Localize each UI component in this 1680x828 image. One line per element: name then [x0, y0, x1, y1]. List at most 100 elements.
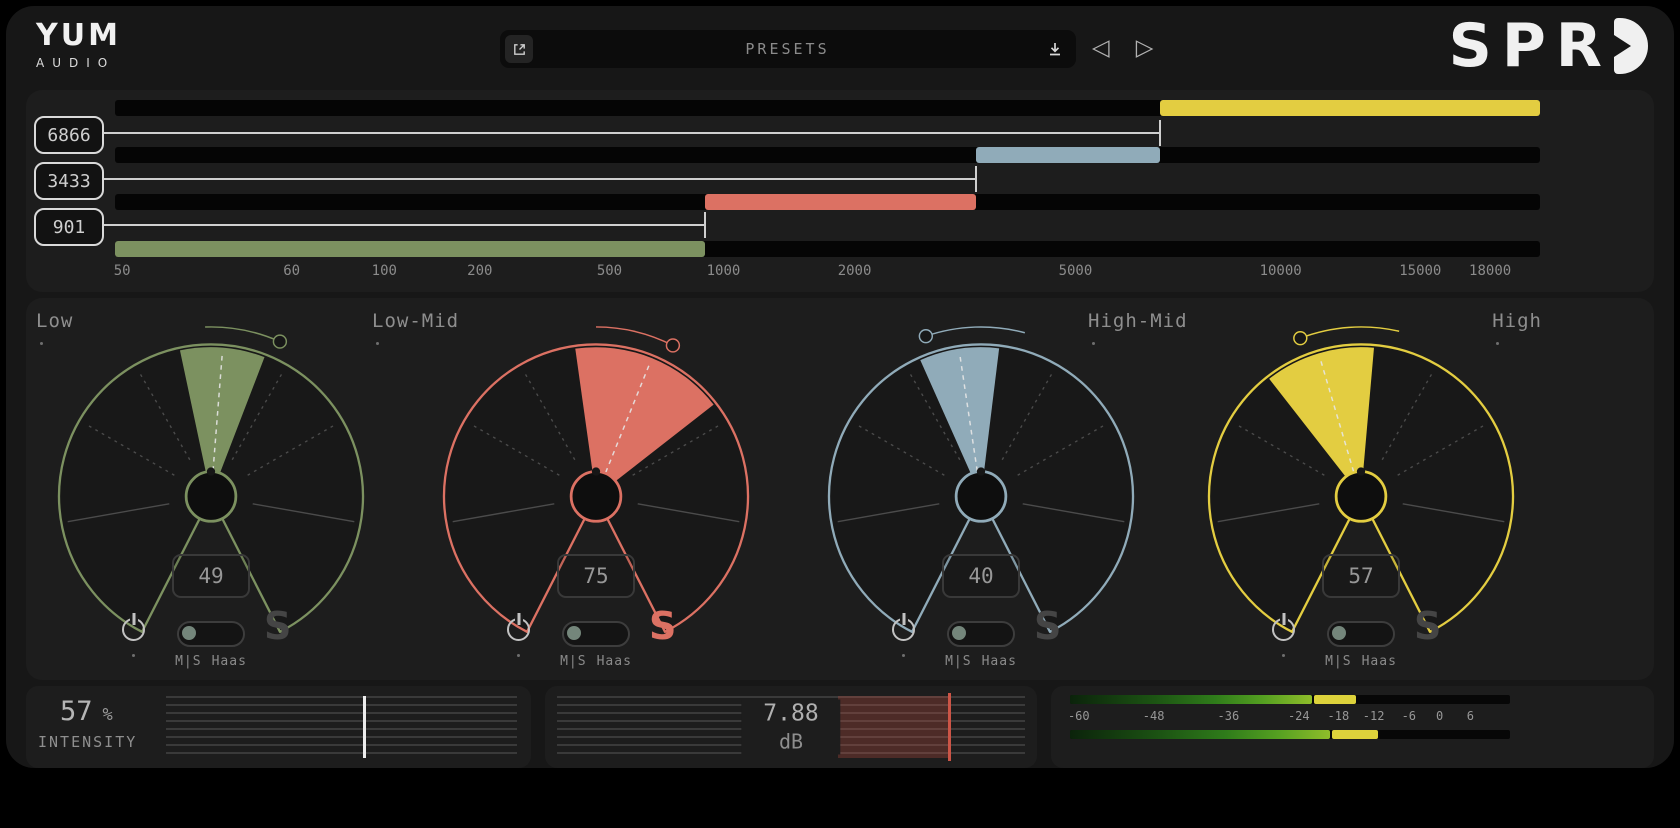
preset-nav: ◁ ▷	[1092, 32, 1153, 64]
ms-haas-toggle[interactable]	[177, 621, 245, 647]
ms-haas-toggle[interactable]	[947, 621, 1015, 647]
solo-button[interactable]: S	[1414, 606, 1441, 646]
toggle-knob	[1332, 626, 1346, 640]
spectrum-panel: 6866 3433 901 50 60 100 200 500 1000 200…	[26, 90, 1654, 292]
mode-labels: M|S Haas	[560, 654, 632, 669]
width-value: 40	[968, 564, 993, 588]
power-indicator-dot	[517, 654, 520, 657]
meter-scale: -60 -48 -36 -24 -18 -12 -6 0 6	[1070, 707, 1510, 726]
meter-scale-label: -24	[1288, 709, 1310, 723]
crossover-freq-high[interactable]: 6866	[34, 116, 104, 154]
band-section-low: 49 S M|S Haas	[26, 298, 396, 680]
axis-tick-label: 500	[597, 263, 622, 279]
band-track-low-mid	[115, 194, 1540, 210]
footer: 57% INTENSITY 7.88 dB -	[26, 686, 1654, 768]
brand-letters: SPR	[1449, 14, 1612, 78]
width-value-box[interactable]: 57	[1322, 554, 1400, 598]
gain-slider-handle[interactable]	[948, 693, 951, 761]
power-button[interactable]	[122, 618, 145, 641]
next-preset-button[interactable]: ▷	[1136, 32, 1154, 64]
meter-bar-right	[1070, 730, 1510, 739]
ms-haas-toggle[interactable]	[1327, 621, 1395, 647]
prev-preset-button[interactable]: ◁	[1092, 32, 1110, 64]
mode-labels: M|S Haas	[1325, 654, 1397, 669]
axis-tick-label: 50	[114, 263, 131, 279]
band-range-high-mid[interactable]	[976, 147, 1160, 163]
band-section-high-mid: 40 S M|S Haas	[796, 298, 1166, 680]
band-label-low: Low	[36, 310, 73, 332]
intensity-slider[interactable]	[166, 696, 517, 758]
toggle-knob	[567, 626, 581, 640]
frequency-bars: 50 60 100 200 500 1000 2000 5000 10000 1…	[115, 100, 1540, 292]
export-preset-icon[interactable]	[505, 35, 533, 63]
mode-labels: M|S Haas	[175, 654, 247, 669]
meter-fill-yellow	[1314, 695, 1356, 704]
power-indicator-dot	[132, 654, 135, 657]
brand-d-glyph	[1614, 18, 1648, 74]
meter-scale-label: -36	[1218, 709, 1240, 723]
crossover-handle-low[interactable]	[99, 224, 705, 226]
crossover-handle-mid[interactable]	[99, 178, 976, 180]
yum-audio-logo: YUM AUDIO	[36, 18, 121, 70]
save-preset-icon[interactable]	[1042, 36, 1068, 62]
ms-label[interactable]: M|S	[1325, 654, 1351, 669]
preset-bar[interactable]: PRESETS	[500, 30, 1076, 68]
ms-haas-toggle[interactable]	[562, 621, 630, 647]
band-track-high	[115, 100, 1540, 116]
meter-scale-label: -12	[1363, 709, 1385, 723]
width-value: 49	[198, 564, 223, 588]
meter-section: -60 -48 -36 -24 -18 -12 -6 0 6	[1051, 686, 1654, 768]
axis-tick-label: 200	[467, 263, 492, 279]
output-meters: -60 -48 -36 -24 -18 -12 -6 0 6	[1070, 695, 1510, 739]
meter-scale-label: -60	[1068, 709, 1090, 723]
axis-tick-label: 60	[283, 263, 300, 279]
axis-tick-label: 5000	[1059, 263, 1093, 279]
gain-fill	[838, 696, 948, 758]
band-track-low	[115, 241, 1540, 257]
presets-menu[interactable]: PRESETS	[533, 40, 1042, 58]
meter-fill-yellow	[1332, 730, 1378, 739]
axis-tick-label: 18000	[1469, 263, 1511, 279]
plugin-window: YUM AUDIO PRESETS ◁ ▷ SPR 6866	[6, 6, 1674, 768]
intensity-section: 57% INTENSITY	[26, 686, 531, 768]
solo-button[interactable]: S	[264, 606, 291, 646]
meter-scale-label: -48	[1143, 709, 1165, 723]
meter-scale-label: 6	[1467, 709, 1474, 723]
haas-label[interactable]: Haas	[212, 654, 247, 669]
power-button[interactable]	[892, 618, 915, 641]
band-range-low[interactable]	[115, 241, 705, 257]
width-value-box[interactable]: 49	[172, 554, 250, 598]
gain-unit: dB	[763, 730, 818, 754]
ms-label[interactable]: M|S	[175, 654, 201, 669]
crossover-freq-low[interactable]: 901	[34, 208, 104, 246]
band-label-high: High	[1492, 310, 1542, 332]
power-button[interactable]	[1272, 618, 1295, 641]
crossover-freq-mid[interactable]: 3433	[34, 162, 104, 200]
power-button[interactable]	[507, 618, 530, 641]
axis-tick-label: 100	[372, 263, 397, 279]
axis-tick-label: 10000	[1260, 263, 1302, 279]
solo-button[interactable]: S	[649, 606, 676, 646]
haas-label[interactable]: Haas	[1362, 654, 1397, 669]
ms-label[interactable]: M|S	[945, 654, 971, 669]
band-label-high-mid: High-Mid	[1088, 310, 1188, 332]
haas-label[interactable]: Haas	[597, 654, 632, 669]
sprd-logo: SPR	[1449, 14, 1648, 78]
axis-tick-label: 1000	[707, 263, 741, 279]
band-range-low-mid[interactable]	[705, 194, 976, 210]
crossover-handle-high[interactable]	[99, 132, 1160, 134]
axis-tick-label: 15000	[1399, 263, 1441, 279]
meter-scale-label: 0	[1436, 709, 1443, 723]
width-value-box[interactable]: 75	[557, 554, 635, 598]
meter-fill-green	[1070, 730, 1330, 739]
band-range-high[interactable]	[1160, 100, 1540, 116]
ms-label[interactable]: M|S	[560, 654, 586, 669]
meter-fill-green	[1070, 695, 1312, 704]
solo-button[interactable]: S	[1034, 606, 1061, 646]
width-value-box[interactable]: 40	[942, 554, 1020, 598]
haas-label[interactable]: Haas	[982, 654, 1017, 669]
band-track-high-mid	[115, 147, 1540, 163]
power-indicator-dot	[1282, 654, 1285, 657]
meter-bar-left	[1070, 695, 1510, 704]
intensity-slider-handle[interactable]	[363, 696, 366, 758]
